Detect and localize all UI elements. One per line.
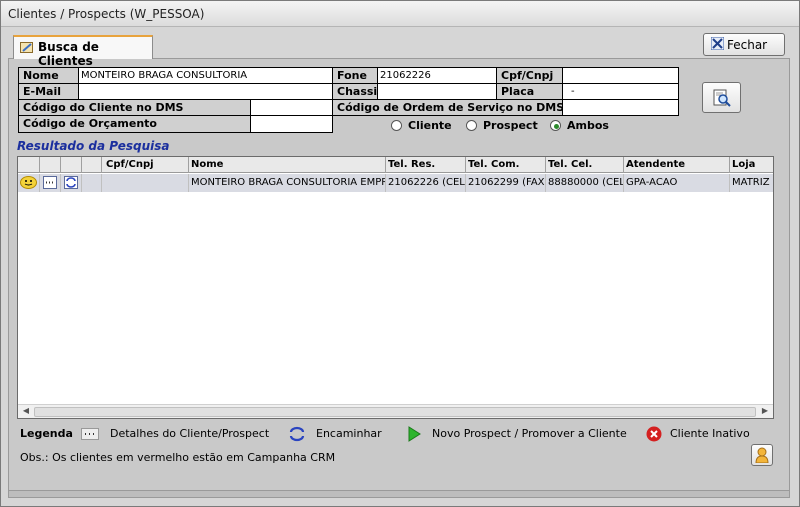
row-status-cell[interactable]	[18, 174, 40, 192]
placa-field[interactable]: -	[562, 83, 679, 100]
nome-field[interactable]: MONTEIRO BRAGA CONSULTORIA	[78, 67, 333, 84]
client-face-icon	[20, 176, 37, 189]
column-header-tel-cel[interactable]: Tel. Cel.	[546, 157, 624, 173]
legend-forward: Encaminhar	[316, 427, 382, 440]
column-header-cpf[interactable]: Cpf/Cnpj	[102, 157, 189, 173]
close-icon	[711, 37, 724, 50]
email-field[interactable]	[78, 83, 333, 100]
main-window: Clientes / Prospects (W_PESSOA) Busca de…	[0, 0, 800, 507]
cell-loja: MATRIZ	[732, 177, 770, 188]
search-document-icon	[713, 89, 731, 107]
cell-cpf	[102, 174, 189, 192]
codigo-os-field[interactable]	[562, 99, 679, 116]
cpf-label: Cpf/Cnpj	[496, 67, 563, 84]
column-header[interactable]	[61, 157, 82, 173]
codigo-orcamento-field[interactable]	[250, 115, 333, 133]
results-grid: Cpf/Cnpj Nome Tel. Res. Tel. Com. Tel. C…	[17, 156, 774, 419]
fone-label: Fone	[332, 67, 378, 84]
cell-tel-com: 21062299 (FAX)	[466, 174, 546, 192]
row-empty-cell	[82, 174, 102, 192]
codigo-dms-label: Código do Cliente no DMS	[18, 99, 251, 116]
legend-title: Legenda	[20, 427, 73, 440]
grid-header: Cpf/Cnpj Nome Tel. Res. Tel. Com. Tel. C…	[18, 157, 773, 173]
scrollbar-thumb[interactable]	[34, 407, 756, 417]
search-form-icon	[20, 42, 33, 53]
details-icon	[43, 176, 57, 189]
column-header[interactable]	[82, 157, 102, 173]
cell-tel-res: 21062226 (CEL)	[386, 174, 466, 192]
nome-label: Nome	[18, 67, 79, 84]
inactive-legend-icon	[646, 426, 662, 442]
fone-field[interactable]: 21062226	[377, 67, 497, 84]
legend-inactive: Cliente Inativo	[670, 427, 750, 440]
user-icon	[755, 447, 769, 463]
scroll-left-icon[interactable]: ◀	[19, 406, 33, 418]
column-header-atendente[interactable]: Atendente	[624, 157, 730, 173]
forward-icon	[64, 176, 78, 189]
chassi-field[interactable]	[377, 83, 497, 100]
email-label: E-Mail	[18, 83, 79, 100]
cell-nome: MONTEIRO BRAGA CONSULTORIA EMPRESARIAL	[189, 174, 386, 192]
radio-circle	[466, 120, 477, 131]
details-legend-icon	[81, 428, 99, 440]
column-header-tel-res[interactable]: Tel. Res.	[386, 157, 466, 173]
search-button[interactable]	[702, 82, 741, 113]
obs-note: Obs.: Os clientes em vermelho estão em C…	[20, 451, 336, 464]
title-bar: Clientes / Prospects (W_PESSOA)	[1, 1, 799, 27]
legend-details: Detalhes do Cliente/Prospect	[110, 427, 270, 440]
tab-busca-clientes[interactable]: Busca de Clientes	[13, 35, 153, 68]
row-details-cell[interactable]	[40, 174, 61, 192]
cell-tel-cel: 88880000 (CEL)	[546, 174, 624, 192]
tab-label: Busca de Clientes	[38, 40, 99, 68]
user-button[interactable]	[751, 444, 773, 466]
radio-circle-selected	[550, 120, 561, 131]
row-forward-cell[interactable]	[61, 174, 82, 192]
play-legend-icon	[408, 426, 421, 442]
forward-legend-icon	[289, 426, 305, 442]
radio-cliente-label: Cliente	[408, 119, 452, 132]
radio-prospect-label: Prospect	[483, 119, 538, 132]
radio-ambos-label: Ambos	[567, 119, 609, 132]
panel-footer	[8, 491, 790, 498]
legend-new-prospect: Novo Prospect / Promover a Cliente	[432, 427, 627, 440]
codigo-orcamento-label: Código de Orçamento	[18, 115, 251, 133]
close-label: Fechar	[727, 38, 768, 52]
window-title: Clientes / Prospects (W_PESSOA)	[8, 7, 205, 21]
radio-circle	[391, 120, 402, 131]
placa-label: Placa	[496, 83, 563, 100]
cpf-field[interactable]	[562, 67, 679, 84]
column-header-loja[interactable]: Loja	[730, 157, 773, 173]
column-header-tel-com[interactable]: Tel. Com.	[466, 157, 546, 173]
chassi-label: Chassi	[332, 83, 378, 100]
close-button[interactable]: Fechar	[703, 33, 785, 56]
table-row[interactable]: MONTEIRO BRAGA CONSULTORIA EMPRESARIAL 2…	[18, 174, 773, 192]
horizontal-scrollbar[interactable]: ◀ ▶	[18, 404, 773, 418]
codigo-dms-field[interactable]	[250, 99, 333, 116]
column-header-nome[interactable]: Nome	[189, 157, 386, 173]
codigo-os-label: Código de Ordem de Serviço no DMS	[332, 99, 563, 116]
radio-selected-dot	[554, 124, 559, 129]
results-title: Resultado da Pesquisa	[17, 139, 170, 153]
column-header[interactable]	[40, 157, 61, 173]
column-header[interactable]	[18, 157, 40, 173]
scroll-right-icon[interactable]: ▶	[758, 406, 772, 418]
cell-atendente: GPA-ACAO	[624, 174, 730, 192]
